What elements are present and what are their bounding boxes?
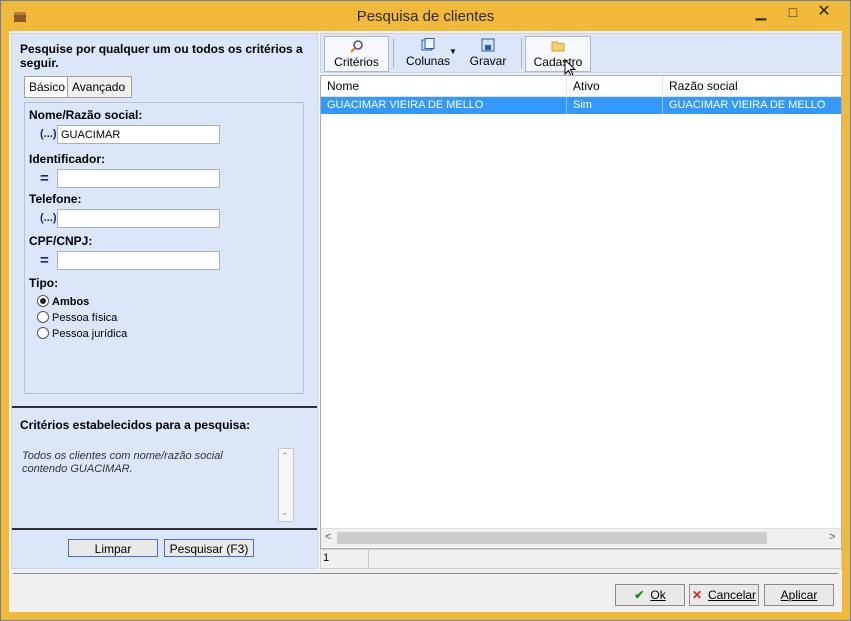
window: Pesquisa de clientes ▁ □ ✕ Pesquise por … [0,0,851,621]
tab-basico[interactable]: Básico [24,76,69,98]
search-hint: Pesquise por qualquer um ou todos os cri… [20,42,303,70]
nome-input[interactable]: GUACIMAR [57,125,220,144]
pesquisar-button[interactable]: Pesquisar (F3) [164,539,254,557]
scroll-right-icon[interactable]: > [829,531,835,543]
results-grid: Nome Ativo Razão social GUACIMAR VIEIRA … [320,75,842,549]
grid-header: Nome Ativo Razão social [321,76,841,97]
scroll-up-icon[interactable]: ⌃ [281,451,289,462]
equals-operator-icon[interactable]: = [40,170,49,187]
close-button[interactable]: ✕ [802,1,846,23]
record-count: 1 [323,552,330,564]
cadastro-button[interactable]: Cadastro [525,36,591,72]
x-icon: ✕ [691,588,703,602]
title-bar[interactable]: Pesquisa de clientes ▁ □ ✕ [1,1,850,31]
radio-icon [37,311,49,323]
contains-operator-icon[interactable]: (...) [40,128,57,140]
radio-selected-icon [37,295,49,307]
established-criteria-title: Critérios estabelecidos para a pesquisa: [20,418,251,432]
divider [12,528,317,530]
cell-ativo: Sim [567,97,663,114]
table-row[interactable]: GUACIMAR VIEIRA DE MELLO Sim GUACIMAR VI… [321,97,841,114]
divider [13,573,838,574]
limpar-button[interactable]: Limpar [68,539,158,557]
column-header-nome[interactable]: Nome [321,76,567,96]
toolbar-separator [521,38,522,68]
search-criteria-panel: Pesquise por qualquer um ou todos os cri… [11,33,318,569]
gravar-button[interactable]: Gravar [466,36,510,70]
column-header-razao-social[interactable]: Razão social [663,76,841,96]
checkmark-icon: ✔ [634,588,645,602]
identificador-input[interactable] [57,169,220,188]
ok-button[interactable]: ✔ Ok [615,584,685,606]
radio-icon [37,327,49,339]
magnifier-icon [349,40,363,53]
horizontal-scrollbar[interactable]: < > [321,528,841,547]
radio-ambos[interactable]: Ambos [37,295,89,308]
toolbar-separator [393,38,394,68]
cell-nome: GUACIMAR VIEIRA DE MELLO [321,97,567,114]
status-bar: 1 [320,549,842,569]
divider [368,550,369,568]
cpf-cnpj-label: CPF/CNPJ: [29,234,93,248]
contains-operator-icon[interactable]: (...) [40,212,57,224]
divider [12,406,317,408]
cancel-button[interactable]: ✕ Cancelar [689,584,759,606]
established-criteria-text: Todos os clientes com nome/razão social … [22,450,223,475]
client-area: Pesquise por qualquer um ou todos os cri… [9,31,842,612]
telefone-input[interactable] [57,209,220,228]
cell-razao-social: GUACIMAR VIEIRA DE MELLO [669,99,826,111]
columns-icon [421,38,435,51]
identificador-label: Identificador: [29,152,106,166]
scrollbar-thumb[interactable] [337,532,767,544]
save-icon [481,38,495,52]
criterios-button[interactable]: Critérios [324,36,389,72]
toolbar: Critérios Colunas ▼ Gravar Cadastro [320,33,842,77]
tipo-label: Tipo: [29,276,59,290]
radio-pessoa-fisica[interactable]: Pessoa física [37,311,117,324]
nome-label: Nome/Razão social: [29,108,143,122]
criteria-box [24,102,304,394]
tab-avancado[interactable]: Avançado [67,76,132,98]
chevron-down-icon[interactable]: ▼ [449,47,457,56]
radio-pessoa-juridica[interactable]: Pessoa jurídica [37,327,127,340]
telefone-label: Telefone: [29,192,82,206]
criteria-scrollbar[interactable]: ⌃ ⌄ [278,448,294,522]
column-header-ativo[interactable]: Ativo [567,76,663,96]
equals-operator-icon[interactable]: = [40,252,49,269]
apply-button[interactable]: Aplicar [764,584,834,606]
scroll-left-icon[interactable]: < [325,531,331,543]
cpf-cnpj-input[interactable] [57,251,220,270]
minimize-button[interactable]: ▁ [745,1,777,23]
folder-icon [551,41,565,52]
scroll-down-icon[interactable]: ⌄ [281,507,289,518]
window-title: Pesquisa de clientes [356,8,495,25]
